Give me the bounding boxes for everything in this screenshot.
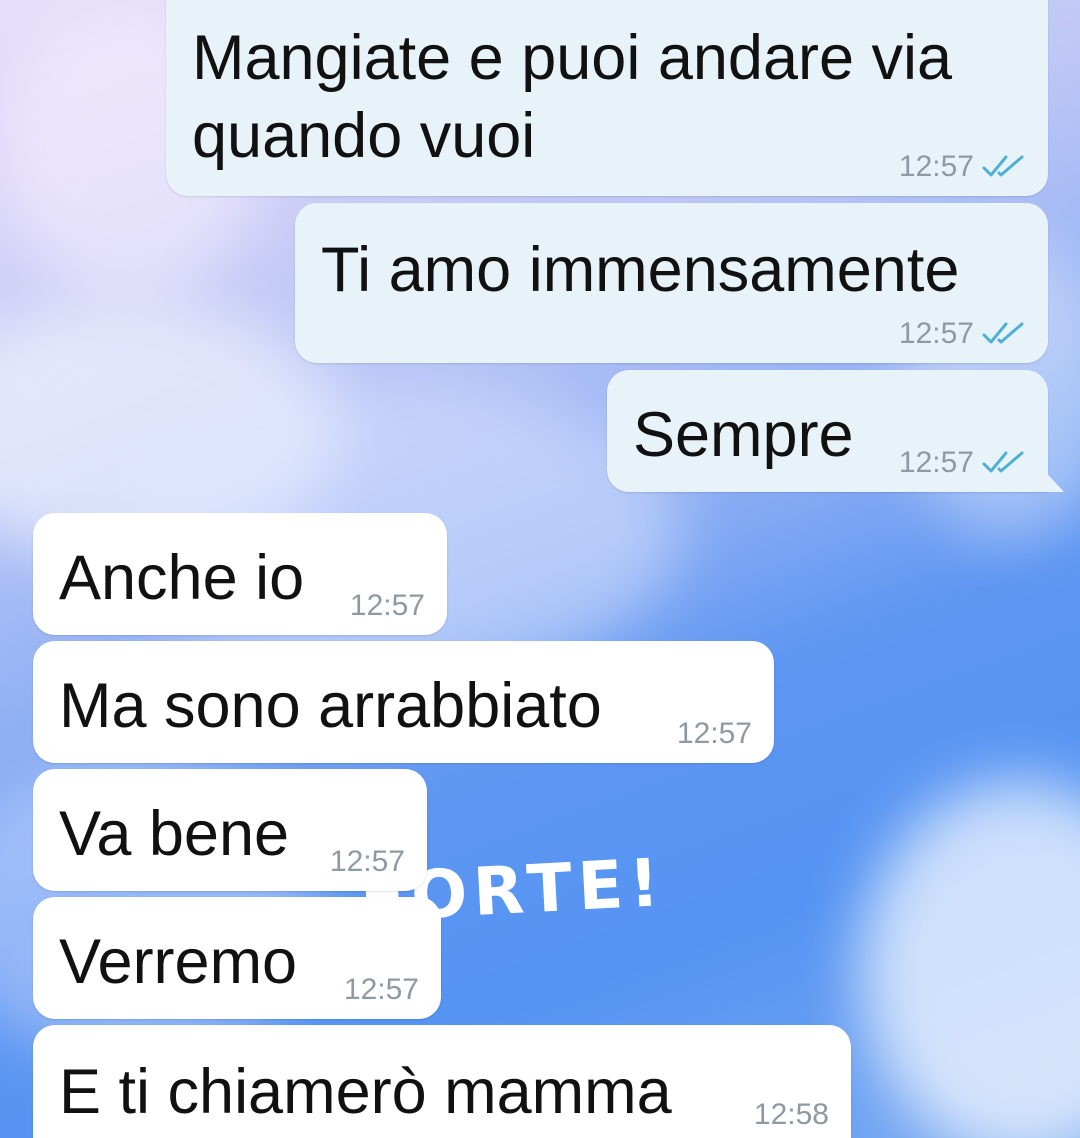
message-text: Ma sono arrabbiato xyxy=(59,671,602,741)
message-time: 12:57 xyxy=(898,317,974,350)
message-meta: 12:57 xyxy=(330,845,405,879)
message-meta: 12:57 xyxy=(344,973,419,1007)
bubble-tail xyxy=(1040,466,1064,492)
message-text-line: Mangiate e puoi andare via xyxy=(192,23,953,93)
message-text: Anche io xyxy=(59,543,305,613)
message-time: 12:57 xyxy=(329,845,405,878)
message-meta: 12:57 xyxy=(899,317,1026,351)
message-time: 12:57 xyxy=(349,589,425,622)
message-time: 12:57 xyxy=(898,446,974,479)
message-text: Va bene xyxy=(59,799,290,869)
message-time: 12:57 xyxy=(676,717,752,750)
message-bubble-outgoing[interactable]: Ti amo immensamente 12:57 xyxy=(295,203,1048,363)
message-meta: 12:57 xyxy=(899,446,1026,480)
message-bubble-outgoing[interactable]: Sempre 12:57 xyxy=(607,370,1064,492)
message-time: 12:58 xyxy=(753,1098,829,1131)
message-bubble-incoming[interactable]: E ti chiamerò mamma 12:58 xyxy=(33,1025,851,1138)
message-time: 12:57 xyxy=(898,150,974,183)
read-double-check-icon xyxy=(982,450,1026,476)
read-double-check-icon xyxy=(982,321,1026,347)
message-bubble-incoming[interactable]: Va bene 12:57 xyxy=(33,769,427,891)
message-meta: 12:57 xyxy=(677,717,752,751)
message-text: E ti chiamerò mamma xyxy=(59,1057,672,1127)
message-bubble-outgoing[interactable]: Mangiate e puoi andare via quando vuoi 1… xyxy=(166,0,1048,196)
message-text-line: quando vuoi xyxy=(192,101,536,171)
message-list[interactable]: Mangiate e puoi andare via quando vuoi 1… xyxy=(0,0,1080,1138)
message-bubble-incoming[interactable]: Anche io 12:57 xyxy=(33,513,447,635)
read-double-check-icon xyxy=(982,154,1026,180)
message-text: Ti amo immensamente xyxy=(321,235,960,305)
message-bubble-incoming[interactable]: Verremo 12:57 xyxy=(33,897,441,1019)
message-meta: 12:57 xyxy=(899,150,1026,184)
message-text: Sempre xyxy=(633,400,854,470)
message-text: Verremo xyxy=(59,927,298,997)
message-bubble-incoming[interactable]: Ma sono arrabbiato 12:57 xyxy=(33,641,774,763)
message-time: 12:57 xyxy=(343,973,419,1006)
message-meta: 12:58 xyxy=(754,1098,829,1132)
message-meta: 12:57 xyxy=(350,589,425,623)
